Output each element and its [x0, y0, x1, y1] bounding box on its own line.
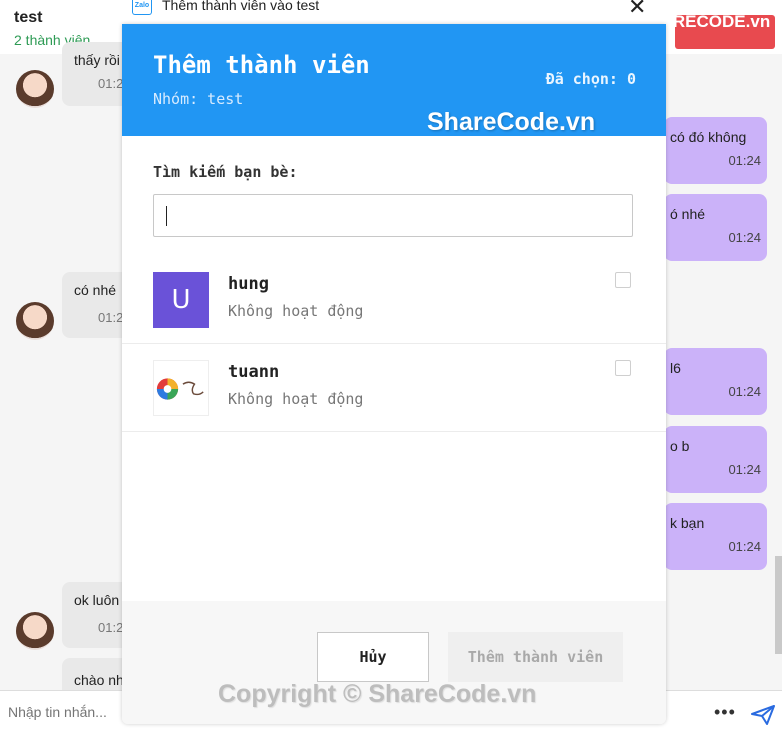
chat-scrollbar[interactable] — [775, 556, 782, 654]
avatar — [153, 360, 209, 416]
friend-name: hung — [228, 274, 269, 294]
zalo-app-icon: Zalo — [132, 0, 152, 15]
avatar[interactable] — [16, 612, 54, 650]
outgoing-message: o b 01:24 — [664, 426, 767, 493]
search-label: Tìm kiếm bạn bè: — [153, 163, 298, 181]
outgoing-message: l6 01:24 — [664, 348, 767, 415]
friend-status: Không hoạt động — [228, 302, 364, 320]
watermark-center: ShareCode.vn — [427, 108, 596, 136]
close-icon[interactable]: ✕ — [628, 0, 646, 20]
cancel-button[interactable]: Hủy — [317, 632, 429, 682]
chat-title: test — [14, 9, 43, 26]
friend-name: tuann — [228, 362, 280, 382]
avatar[interactable] — [16, 302, 54, 340]
friend-row[interactable]: U hung Không hoạt động — [122, 256, 666, 344]
more-options-icon[interactable]: ••• — [714, 702, 736, 723]
selected-count: Đã chọn: 0 — [545, 70, 636, 88]
dialog-title: Thêm thành viên — [153, 51, 370, 79]
text-caret — [166, 206, 167, 226]
outgoing-message: có đó không 01:24 — [664, 117, 767, 184]
avatar[interactable] — [16, 70, 54, 108]
add-member-dialog: Thêm thành viên Nhóm: test Đã chọn: 0 Sh… — [122, 24, 666, 724]
send-icon[interactable] — [751, 705, 775, 725]
group-name: Nhóm: test — [153, 90, 244, 108]
friend-checkbox[interactable] — [615, 272, 631, 288]
friend-status: Không hoạt động — [228, 390, 364, 408]
friend-checkbox[interactable] — [615, 360, 631, 376]
add-member-button[interactable]: Thêm thành viên — [448, 632, 623, 682]
outgoing-message: ó nhé 01:24 — [664, 194, 767, 261]
friend-row[interactable]: tuann Không hoạt động — [122, 344, 666, 432]
friend-search-input[interactable] — [153, 194, 633, 237]
avatar: U — [153, 272, 209, 328]
outgoing-message: k bạn 01:24 — [664, 503, 767, 570]
window-title: Thêm thành viên vào test — [162, 0, 320, 13]
watermark-copyright: Copyright © ShareCode.vn — [218, 680, 537, 708]
